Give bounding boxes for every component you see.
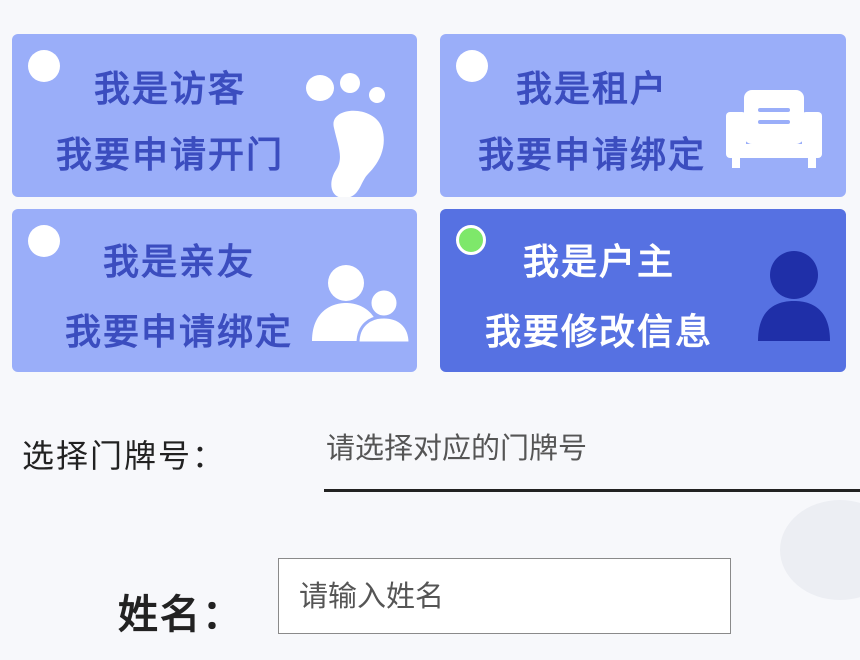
footprint-icon [306,73,385,197]
door-number-label: 选择门牌号： [22,437,227,475]
door-number-select[interactable] [324,420,860,492]
role-subtitle: 我要修改信息 [484,312,713,353]
role-subtitle: 我要申请绑定 [477,135,706,176]
sofa-icon [726,90,822,168]
role-card-owner[interactable]: 我是户主 我要修改信息 [440,209,846,372]
role-title: 我是租户 [515,69,668,110]
role-card-visitor[interactable]: 我是访客 我要申请开门 [12,34,417,197]
role-title: 我是户主 [522,242,675,283]
decorative-circle [780,500,860,600]
people-icon [312,265,412,343]
person-icon [758,251,830,341]
role-title: 我是亲友 [102,242,255,283]
role-subtitle: 我要申请绑定 [64,312,293,353]
role-card-text: 我是访客 我要申请开门 [30,69,310,192]
name-label: 姓名： [118,592,244,638]
role-card-text: 我是户主 我要修改信息 [458,242,740,367]
role-card-relative[interactable]: 我是亲友 我要申请绑定 [12,209,417,372]
role-title: 我是访客 [93,69,246,110]
role-card-tenant[interactable]: 我是租户 我要申请绑定 [440,34,846,197]
role-card-text: 我是亲友 我要申请绑定 [38,242,320,367]
role-card-text: 我是租户 我要申请绑定 [458,69,726,192]
name-input[interactable] [278,558,731,634]
role-subtitle: 我要申请开门 [55,135,284,176]
